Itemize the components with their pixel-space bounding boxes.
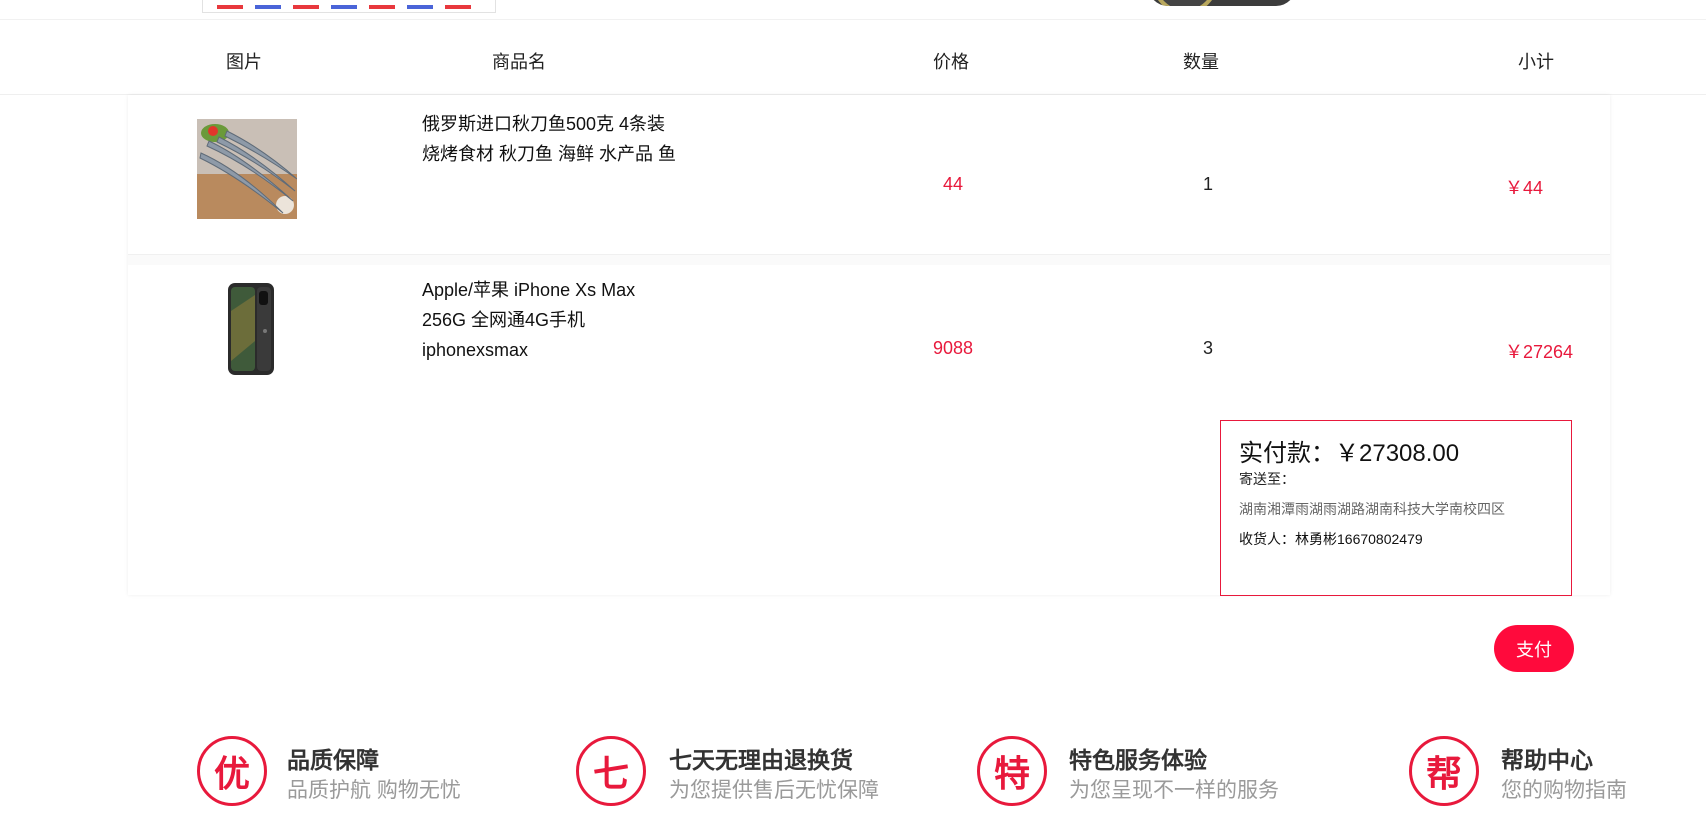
product-name-line: 烧烤食材 秋刀鱼 海鲜 水产品 鱼 <box>422 144 677 164</box>
product-name[interactable]: 俄罗斯进口秋刀鱼500克 4条装 烧烤食材 秋刀鱼 海鲜 水产品 鱼 <box>422 109 682 169</box>
receiver-label: 收货人： <box>1239 531 1295 547</box>
product-price: 9088 <box>933 338 974 358</box>
product-quantity: 1 <box>1203 174 1214 194</box>
column-header-price: 价格 <box>933 52 969 72</box>
cart-table-header: 图片 商品名 价格 数量 小计 <box>0 20 1706 95</box>
receiver-info: 收货人：林勇彬16670802479 <box>1239 529 1423 549</box>
avatar <box>1152 0 1218 6</box>
feature-subtitle: 品质护航 购物无忧 <box>287 779 461 802</box>
table-row: 俄罗斯进口秋刀鱼500克 4条装 烧烤食材 秋刀鱼 海鲜 水产品 鱼 44 1 … <box>128 95 1610 255</box>
feature-subtitle: 为您呈现不一样的服务 <box>1069 779 1279 802</box>
feature-title: 品质保障 <box>287 747 379 773</box>
quality-icon: 优 <box>197 736 267 806</box>
product-price: 44 <box>943 174 964 194</box>
product-image-saury[interactable] <box>197 119 297 219</box>
top-bar <box>0 0 1706 20</box>
envelope-stripe <box>217 5 481 9</box>
total-payment: 实付款：￥27308.00 <box>1239 433 1459 468</box>
special-service-icon: 特 <box>977 736 1047 806</box>
product-subtotal: ￥44 <box>1505 178 1544 198</box>
row-divider <box>128 255 1610 265</box>
feature-subtitle: 您的购物指南 <box>1501 779 1627 802</box>
feature-title: 特色服务体验 <box>1069 747 1207 773</box>
feature-seven-day-return[interactable]: 七 七天无理由退换货 为您提供售后无忧保障 <box>576 734 906 808</box>
ship-to-label: 寄送至： <box>1239 471 1295 487</box>
seven-day-icon: 七 <box>576 736 646 806</box>
column-header-image: 图片 <box>226 52 262 72</box>
table-row: Apple/苹果 iPhone Xs Max 256G 全网通4G手机 ipho… <box>128 265 1610 417</box>
column-header-quantity: 数量 <box>1183 52 1219 72</box>
product-image-iphone[interactable] <box>224 281 278 377</box>
product-subtotal: ￥27264 <box>1505 342 1574 362</box>
help-center-icon: 帮 <box>1409 736 1479 806</box>
order-summary: 实付款：￥27308.00 寄送至： 湖南湘潭雨湖雨湖路湖南科技大学南校四区 收… <box>1220 420 1572 596</box>
feature-help-center[interactable]: 帮 帮助中心 您的购物指南 <box>1409 734 1699 808</box>
feature-quality[interactable]: 优 品质保障 品质护航 购物无忧 <box>197 734 497 808</box>
total-label: 实付款： <box>1239 440 1335 467</box>
total-value: ￥27308.00 <box>1335 440 1460 467</box>
product-name-line: iphonexsmax <box>422 340 529 360</box>
product-name-line: 俄罗斯进口秋刀鱼500克 4条装 <box>422 114 666 134</box>
search-box-clipped[interactable] <box>202 0 496 13</box>
pay-button[interactable]: 支付 <box>1494 625 1574 672</box>
column-header-subtotal: 小计 <box>1518 52 1554 72</box>
feature-title: 七天无理由退换货 <box>669 747 853 773</box>
feature-title: 帮助中心 <box>1501 747 1593 773</box>
shipping-address: 湖南湘潭雨湖雨湖路湖南科技大学南校四区 <box>1239 501 1505 517</box>
column-header-name: 商品名 <box>492 52 546 72</box>
receiver-value: 林勇彬16670802479 <box>1295 531 1423 547</box>
product-name-line: Apple/苹果 iPhone Xs Max <box>422 280 636 300</box>
product-name[interactable]: Apple/苹果 iPhone Xs Max 256G 全网通4G手机 ipho… <box>422 275 682 365</box>
feature-special-service[interactable]: 特 特色服务体验 为您呈现不一样的服务 <box>977 734 1307 808</box>
feature-subtitle: 为您提供售后无忧保障 <box>669 779 879 802</box>
product-quantity: 3 <box>1203 338 1214 358</box>
user-badge-clipped[interactable] <box>1148 0 1296 6</box>
product-name-line: 256G 全网通4G手机 <box>422 310 586 330</box>
